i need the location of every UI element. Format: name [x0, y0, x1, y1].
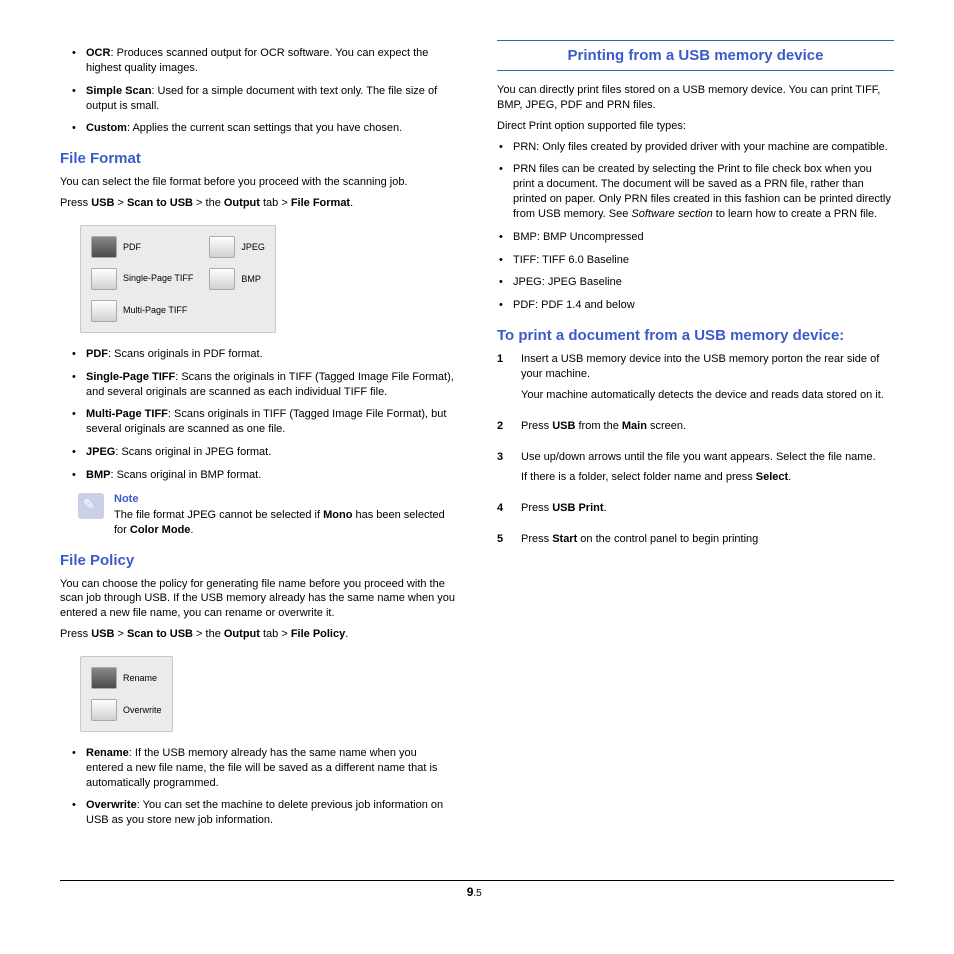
print-subheading: To print a document from a USB memory de…: [497, 327, 894, 344]
list-item: Multi-Page TIFF: Scans originals in TIFF…: [78, 407, 457, 437]
page-content: OCR: Produces scanned output for OCR sof…: [60, 40, 894, 870]
list-item: Overwrite: You can set the machine to de…: [78, 798, 457, 828]
note-body: The file format JPEG cannot be selected …: [114, 508, 457, 538]
file-format-panel: PDF JPEG Single-Page TIFF BMP Multi-Page…: [80, 225, 276, 333]
list-item: BMP: Scans original in BMP format.: [78, 468, 457, 483]
toggle-icon: [91, 236, 117, 258]
option-bmp[interactable]: BMP: [209, 268, 265, 290]
file-format-path: Press USB > Scan to USB > the Output tab…: [60, 196, 457, 211]
option-jpeg[interactable]: JPEG: [209, 236, 265, 258]
list-item: Rename: If the USB memory already has th…: [78, 746, 457, 791]
toggle-icon: [91, 667, 117, 689]
toggle-icon: [209, 236, 235, 258]
list-item: JPEG: JPEG Baseline: [505, 275, 894, 290]
list-item: PRN files can be created by selecting th…: [505, 162, 894, 221]
step-item: 5 Press Start on the control panel to be…: [497, 532, 894, 553]
option-single-tiff[interactable]: Single-Page TIFF: [91, 268, 193, 290]
step-item: 1 Insert a USB memory device into the US…: [497, 352, 894, 409]
note-title: Note: [114, 493, 457, 505]
step-item: 3 Use up/down arrows until the file you …: [497, 450, 894, 492]
right-column: Printing from a USB memory device You ca…: [497, 40, 894, 870]
step-item: 4 Press USB Print.: [497, 501, 894, 522]
support-bullets: PRN: Only files created by provided driv…: [497, 140, 894, 314]
list-item: JPEG: Scans original in JPEG format.: [78, 445, 457, 460]
list-item: PDF: Scans originals in PDF format.: [78, 347, 457, 362]
list-item: PDF: PDF 1.4 and below: [505, 298, 894, 313]
list-item: PRN: Only files created by provided driv…: [505, 140, 894, 155]
file-format-heading: File Format: [60, 150, 457, 167]
option-pdf[interactable]: PDF: [91, 236, 193, 258]
option-rename[interactable]: Rename: [91, 667, 162, 689]
file-policy-panel: Rename Overwrite: [80, 656, 173, 732]
note-icon: [78, 493, 104, 519]
list-item: BMP: BMP Uncompressed: [505, 230, 894, 245]
list-item: OCR: Produces scanned output for OCR sof…: [78, 46, 457, 76]
file-policy-intro: You can choose the policy for generating…: [60, 577, 457, 622]
toggle-icon: [91, 268, 117, 290]
list-item: Simple Scan: Used for a simple document …: [78, 84, 457, 114]
file-format-intro: You can select the file format before yo…: [60, 175, 457, 190]
option-overwrite[interactable]: Overwrite: [91, 699, 162, 721]
intro-bullets: OCR: Produces scanned output for OCR sof…: [60, 46, 457, 136]
list-item: TIFF: TIFF 6.0 Baseline: [505, 253, 894, 268]
toggle-icon: [91, 300, 117, 322]
file-policy-heading: File Policy: [60, 552, 457, 569]
toggle-icon: [91, 699, 117, 721]
list-item: Single-Page TIFF: Scans the originals in…: [78, 370, 457, 400]
file-policy-path: Press USB > Scan to USB > the Output tab…: [60, 627, 457, 642]
step-item: 2 Press USB from the Main screen.: [497, 419, 894, 440]
page-number: .5: [473, 888, 481, 899]
file-format-bullets: PDF: Scans originals in PDF format. Sing…: [60, 347, 457, 483]
list-item: Custom: Applies the current scan setting…: [78, 121, 457, 136]
section-title: Printing from a USB memory device: [497, 40, 894, 71]
file-policy-bullets: Rename: If the USB memory already has th…: [60, 746, 457, 828]
page-footer: 9.5: [60, 880, 894, 899]
left-column: OCR: Produces scanned output for OCR sof…: [60, 40, 457, 870]
option-multi-tiff[interactable]: Multi-Page TIFF: [91, 300, 193, 322]
toggle-icon: [209, 268, 235, 290]
section-intro: You can directly print files stored on a…: [497, 83, 894, 113]
note-block: Note The file format JPEG cannot be sele…: [78, 493, 457, 538]
steps-list: 1 Insert a USB memory device into the US…: [497, 352, 894, 553]
support-label: Direct Print option supported file types…: [497, 119, 894, 134]
